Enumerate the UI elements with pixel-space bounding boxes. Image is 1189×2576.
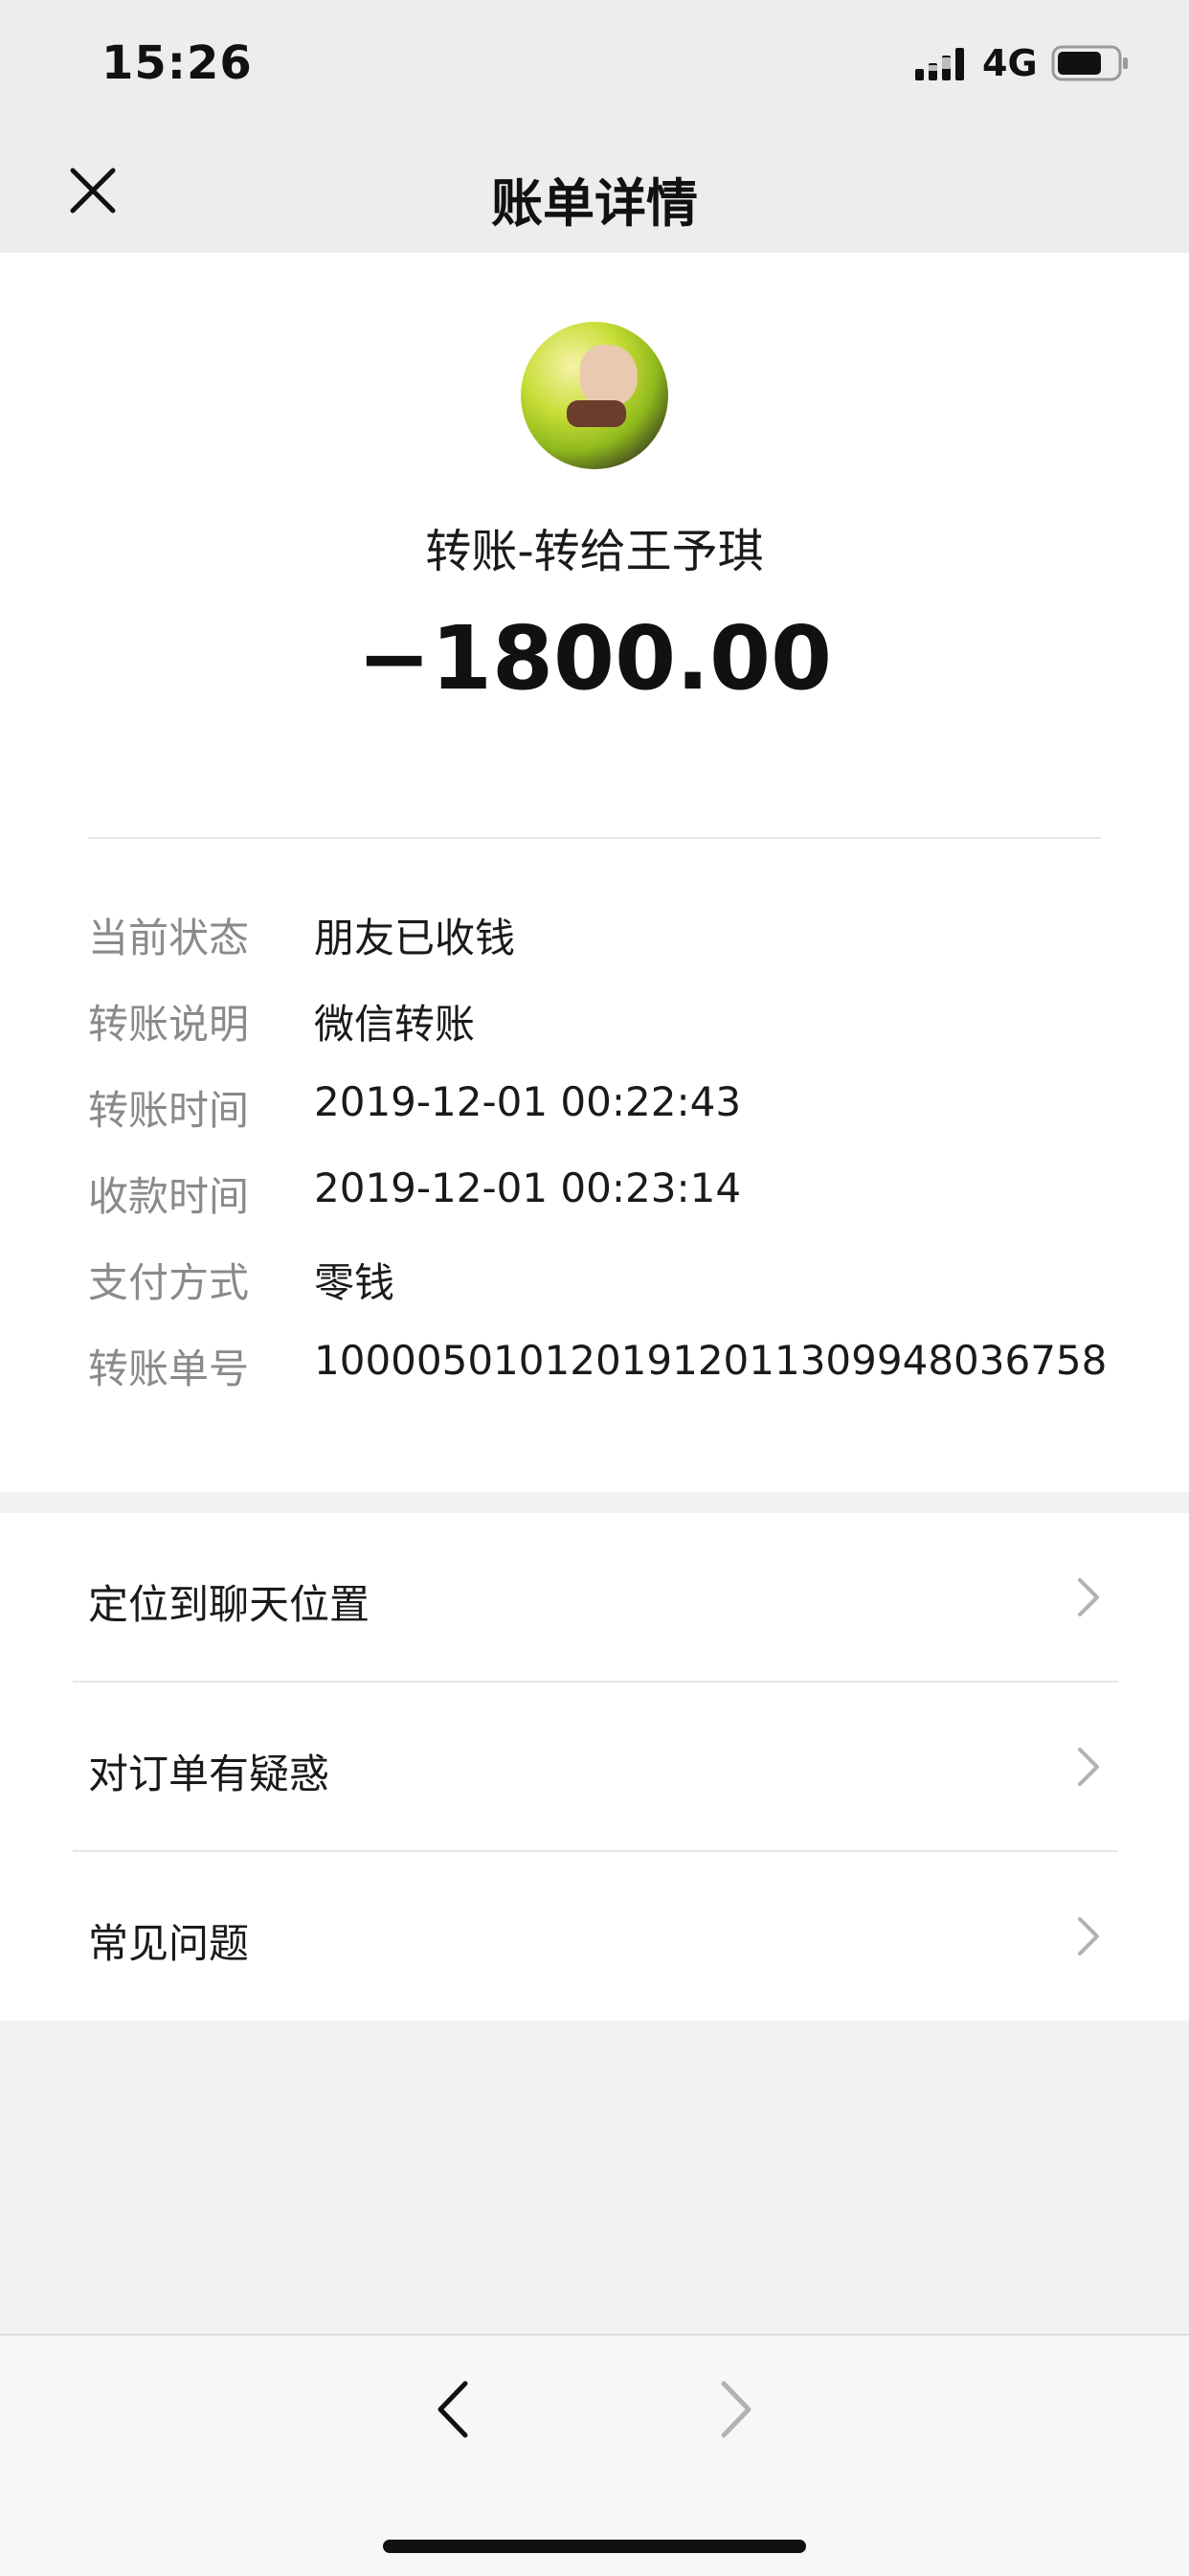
chevron-right-icon (721, 2381, 752, 2438)
detail-row-status: 当前状态 朋友已收钱 (88, 906, 1141, 973)
bill-detail-card: 转账-转给王予琪 −1800.00 当前状态 朋友已收钱 转账说明 微信转账 转… (0, 253, 1189, 1492)
transfer-title: 转账-转给王予琪 (425, 525, 764, 578)
back-button[interactable] (429, 2376, 477, 2443)
chevron-right-icon (1078, 1917, 1099, 1955)
detail-label: 转账时间 (88, 1087, 250, 1134)
nav-bar: 账单详情 (0, 134, 1189, 253)
detail-value: 2019-12-01 00:22:43 (314, 1078, 742, 1125)
detail-row-order-number: 转账单号 1000050101201912011309948036758 (88, 1337, 1141, 1404)
menu-item-locate-chat[interactable]: 定位到聊天位置 (0, 1513, 1189, 1683)
detail-label: 收款时间 (88, 1173, 250, 1220)
status-time: 15:26 (101, 36, 253, 90)
network-label: 4G (982, 42, 1038, 84)
signal-icon (915, 48, 964, 80)
detail-value: 零钱 (314, 1259, 395, 1306)
avatar-patch-shape (567, 400, 626, 427)
page-title: 账单详情 (491, 173, 698, 234)
transfer-amount: −1800.00 (356, 607, 833, 710)
detail-value: 1000050101201912011309948036758 (314, 1337, 1108, 1384)
detail-row-note: 转账说明 微信转账 (88, 992, 1141, 1059)
chevron-right-icon (1078, 1748, 1099, 1786)
menu-item-label: 定位到聊天位置 (88, 1581, 370, 1628)
detail-row-payment-method: 支付方式 零钱 (88, 1251, 1141, 1318)
detail-value: 2019-12-01 00:23:14 (314, 1164, 742, 1211)
avatar-hand-shape (580, 345, 638, 406)
avatar[interactable] (521, 322, 668, 469)
chevron-right-icon (1078, 1578, 1099, 1616)
status-bar: 15:26 4G (0, 0, 1189, 134)
home-indicator (383, 2540, 806, 2553)
detail-label: 当前状态 (88, 915, 250, 961)
detail-value: 朋友已收钱 (314, 915, 516, 961)
menu-item-label: 常见问题 (88, 1920, 250, 1967)
forward-button[interactable] (712, 2376, 760, 2443)
detail-value: 微信转账 (314, 1001, 476, 1048)
menu-item-faq[interactable]: 常见问题 (0, 1852, 1189, 2021)
detail-label: 支付方式 (88, 1259, 250, 1306)
bottom-toolbar (0, 2334, 1189, 2576)
detail-label: 转账说明 (88, 1001, 250, 1048)
detail-row-transfer-time: 转账时间 2019-12-01 00:22:43 (88, 1078, 1141, 1145)
detail-row-receive-time: 收款时间 2019-12-01 00:23:14 (88, 1164, 1141, 1232)
battery-icon (1051, 45, 1128, 81)
action-menu: 定位到聊天位置 对订单有疑惑 常见问题 (0, 1513, 1189, 2021)
detail-label: 转账单号 (88, 1345, 250, 1392)
divider (88, 837, 1101, 839)
menu-item-order-question[interactable]: 对订单有疑惑 (0, 1683, 1189, 1852)
chevron-left-icon (437, 2381, 468, 2438)
menu-item-label: 对订单有疑惑 (88, 1751, 330, 1797)
